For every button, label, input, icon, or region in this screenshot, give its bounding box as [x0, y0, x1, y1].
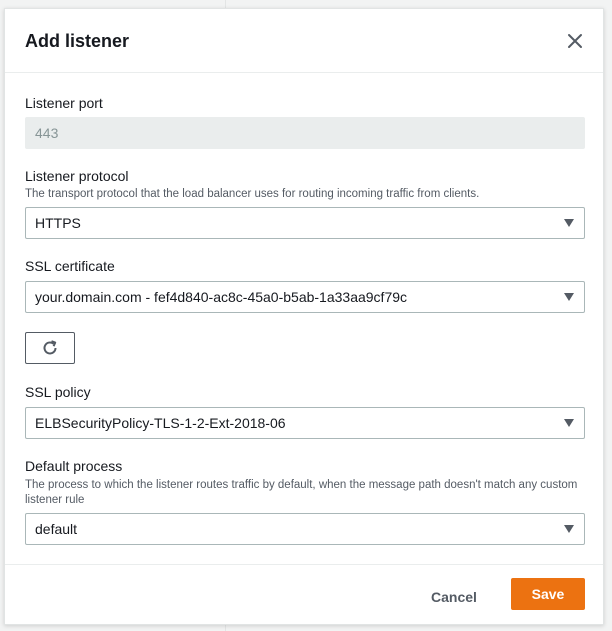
- listener-port-input: 443: [25, 117, 585, 149]
- modal-header: Add listener: [5, 9, 603, 73]
- caret-down-icon: [564, 525, 574, 533]
- ssl-certificate-value: your.domain.com - fef4d840-ac8c-45a0-b5a…: [35, 289, 408, 305]
- default-process-label: Default process: [25, 458, 123, 474]
- ssl-policy-select[interactable]: ELBSecurityPolicy-TLS-1-2-Ext-2018-06: [25, 407, 585, 439]
- default-process-value: default: [35, 521, 78, 537]
- ssl-policy-label: SSL policy: [25, 384, 91, 400]
- modal-title: Add listener: [25, 31, 130, 51]
- ssl-policy-value: ELBSecurityPolicy-TLS-1-2-Ext-2018-06: [35, 415, 286, 431]
- modal-footer: Cancel Save: [5, 564, 603, 626]
- refresh-icon: [43, 340, 57, 355]
- listener-protocol-label: Listener protocol: [25, 168, 129, 184]
- listener-protocol-description: The transport protocol that the load bal…: [25, 188, 480, 200]
- refresh-certificates-button[interactable]: [25, 332, 75, 364]
- close-icon: [568, 34, 582, 48]
- close-button[interactable]: [565, 31, 585, 51]
- save-button[interactable]: Save: [511, 578, 585, 610]
- caret-down-icon: [564, 219, 574, 227]
- default-process-select[interactable]: default: [25, 513, 585, 545]
- listener-protocol-select[interactable]: HTTPS: [25, 207, 585, 239]
- listener-protocol-value: HTTPS: [35, 215, 81, 231]
- default-process-description: The process to which the listener routes…: [25, 479, 578, 506]
- caret-down-icon: [564, 419, 574, 427]
- ssl-certificate-select[interactable]: your.domain.com - fef4d840-ac8c-45a0-b5a…: [25, 281, 585, 313]
- ssl-certificate-label: SSL certificate: [25, 258, 115, 274]
- caret-down-icon: [564, 293, 574, 301]
- cancel-button[interactable]: Cancel: [425, 587, 483, 607]
- listener-port-label: Listener port: [25, 95, 103, 111]
- add-listener-modal: Add listener Listener port 443 Listener …: [4, 8, 604, 625]
